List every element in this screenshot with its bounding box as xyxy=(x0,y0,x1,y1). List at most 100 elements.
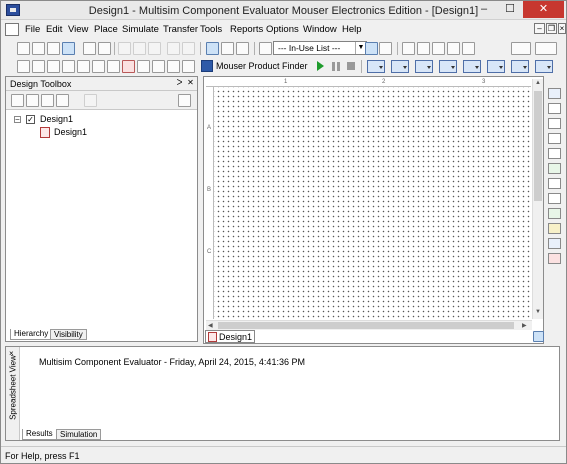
tab-hierarchy[interactable]: Hierarchy xyxy=(10,329,53,340)
vertical-scrollbar[interactable]: ▲ ▼ xyxy=(532,79,543,319)
tab-results[interactable]: Results xyxy=(22,429,57,440)
paste-icon[interactable] xyxy=(148,42,161,55)
title-bar[interactable]: Design1 - Multisim Component Evaluator M… xyxy=(1,1,566,20)
tab-design1[interactable]: Design1 xyxy=(205,330,255,343)
tab-visibility[interactable]: Visibility xyxy=(50,329,87,340)
print-preview-icon[interactable] xyxy=(98,42,111,55)
zoom-area-icon[interactable] xyxy=(432,42,445,55)
menu-window[interactable]: Window xyxy=(303,24,337,35)
menu-transfer[interactable]: Transfer xyxy=(163,24,198,35)
measurement-probe-dropdown-icon[interactable] xyxy=(535,60,553,73)
resistor-icon[interactable] xyxy=(32,60,45,73)
menu-view[interactable]: View xyxy=(68,24,88,35)
misc-digital-icon[interactable] xyxy=(122,60,135,73)
mouser-finder-button[interactable]: Mouser Product Finder xyxy=(200,59,308,74)
save-icon[interactable] xyxy=(62,42,75,55)
word-generator-icon[interactable] xyxy=(548,193,561,204)
scroll-left-icon[interactable]: ◀ xyxy=(208,322,213,329)
menu-options[interactable]: Options xyxy=(266,24,299,35)
toggle-fullscreen-icon[interactable] xyxy=(206,42,219,55)
scroll-up-icon[interactable]: ▲ xyxy=(535,80,541,86)
menu-reports[interactable]: Reports xyxy=(230,24,263,35)
postprocessor-icon[interactable] xyxy=(365,42,378,55)
new-hierarchy-icon[interactable] xyxy=(11,94,24,107)
panel-close-icon[interactable]: ✕ xyxy=(186,78,195,87)
current-probe-icon[interactable] xyxy=(548,253,561,264)
design-checkbox-icon[interactable]: ✓ xyxy=(26,115,35,124)
transistor-icon[interactable] xyxy=(62,60,75,73)
zoom-in-icon[interactable] xyxy=(402,42,415,55)
scroll-down-icon[interactable]: ▼ xyxy=(535,309,541,315)
mdi-close-button[interactable]: × xyxy=(558,23,566,34)
redo-icon[interactable] xyxy=(182,42,195,55)
tree-collapse-icon[interactable]: – xyxy=(14,116,21,123)
misc-icon[interactable] xyxy=(182,60,195,73)
mixed-icon[interactable] xyxy=(137,60,150,73)
scroll-right-icon[interactable]: ▶ xyxy=(522,322,527,329)
indicator-icon[interactable] xyxy=(152,60,165,73)
cmos-icon[interactable] xyxy=(107,60,120,73)
analog-icon[interactable] xyxy=(77,60,90,73)
menu-file[interactable]: File xyxy=(25,24,40,35)
options-icon[interactable] xyxy=(178,94,191,107)
spreadsheet-icon[interactable] xyxy=(236,42,249,55)
zoom-sheet-icon[interactable] xyxy=(447,42,460,55)
power-icon[interactable] xyxy=(167,60,180,73)
maximize-button[interactable]: ☐ xyxy=(497,1,523,18)
mdi-minimize-button[interactable]: – xyxy=(534,23,545,34)
close-design-icon[interactable] xyxy=(56,94,69,107)
workspace-options-icon[interactable] xyxy=(533,331,544,342)
component-wizard-icon[interactable] xyxy=(259,42,272,55)
zoom-out-icon[interactable] xyxy=(417,42,430,55)
help-icon[interactable] xyxy=(379,42,392,55)
probe-icon[interactable] xyxy=(535,42,557,55)
function-generator-dropdown-icon[interactable] xyxy=(391,60,409,73)
oscilloscope-dropdown-icon[interactable] xyxy=(439,60,457,73)
open-icon[interactable] xyxy=(26,94,39,107)
tree-root-design[interactable]: Design1 xyxy=(40,114,73,124)
schematic-workspace[interactable]: 1 2 3 A B C ▲ ▼ ◀ ▶ xyxy=(203,76,544,344)
open-folder-icon[interactable] xyxy=(32,42,45,55)
oscilloscope-icon[interactable] xyxy=(548,133,561,144)
word-generator-dropdown-icon[interactable] xyxy=(487,60,505,73)
logic-converter-icon[interactable] xyxy=(548,208,561,219)
tree-child-design[interactable]: Design1 xyxy=(54,127,87,137)
minimize-button[interactable]: – xyxy=(471,1,497,18)
undo-icon[interactable] xyxy=(167,42,180,55)
four-channel-scope-icon[interactable] xyxy=(548,148,561,159)
ttl-icon[interactable] xyxy=(92,60,105,73)
run-simulation-icon[interactable] xyxy=(317,61,324,71)
close-button[interactable]: ✕ xyxy=(523,1,564,18)
in-use-list-dropdown[interactable]: --- In-Use List --- ▼ xyxy=(273,41,367,55)
delete-icon[interactable] xyxy=(84,94,97,107)
zoom-fit-icon[interactable] xyxy=(462,42,475,55)
menu-simulate[interactable]: Simulate xyxy=(122,24,159,35)
function-generator-icon[interactable] xyxy=(548,103,561,114)
copy-icon[interactable] xyxy=(133,42,146,55)
multimeter-icon[interactable] xyxy=(548,88,561,99)
horizontal-scroll-thumb[interactable] xyxy=(218,322,514,329)
pin-icon[interactable]: ᐳ xyxy=(175,78,184,87)
mdi-restore-button[interactable]: ❐ xyxy=(546,23,557,34)
source-icon[interactable] xyxy=(17,60,30,73)
distortion-analyzer-icon[interactable] xyxy=(548,238,561,249)
open-sample-icon[interactable] xyxy=(47,42,60,55)
horizontal-scrollbar[interactable]: ◀ ▶ xyxy=(206,320,532,330)
menu-place[interactable]: Place xyxy=(94,24,118,35)
logic-analyzer-dropdown-icon[interactable] xyxy=(511,60,529,73)
grapher-icon[interactable] xyxy=(221,42,234,55)
menu-tools[interactable]: Tools xyxy=(200,24,222,35)
cut-icon[interactable] xyxy=(118,42,131,55)
new-file-icon[interactable] xyxy=(17,42,30,55)
stop-simulation-icon[interactable] xyxy=(347,62,355,70)
schematic-grid[interactable] xyxy=(206,79,531,319)
menu-edit[interactable]: Edit xyxy=(46,24,62,35)
wattmeter-icon[interactable] xyxy=(548,118,561,129)
instruments-icon[interactable] xyxy=(511,42,531,55)
save-design-icon[interactable] xyxy=(41,94,54,107)
bode-plotter-icon[interactable] xyxy=(548,163,561,174)
print-icon[interactable] xyxy=(83,42,96,55)
iv-analyzer-icon[interactable] xyxy=(548,223,561,234)
bode-plotter-dropdown-icon[interactable] xyxy=(463,60,481,73)
diode-icon[interactable] xyxy=(47,60,60,73)
